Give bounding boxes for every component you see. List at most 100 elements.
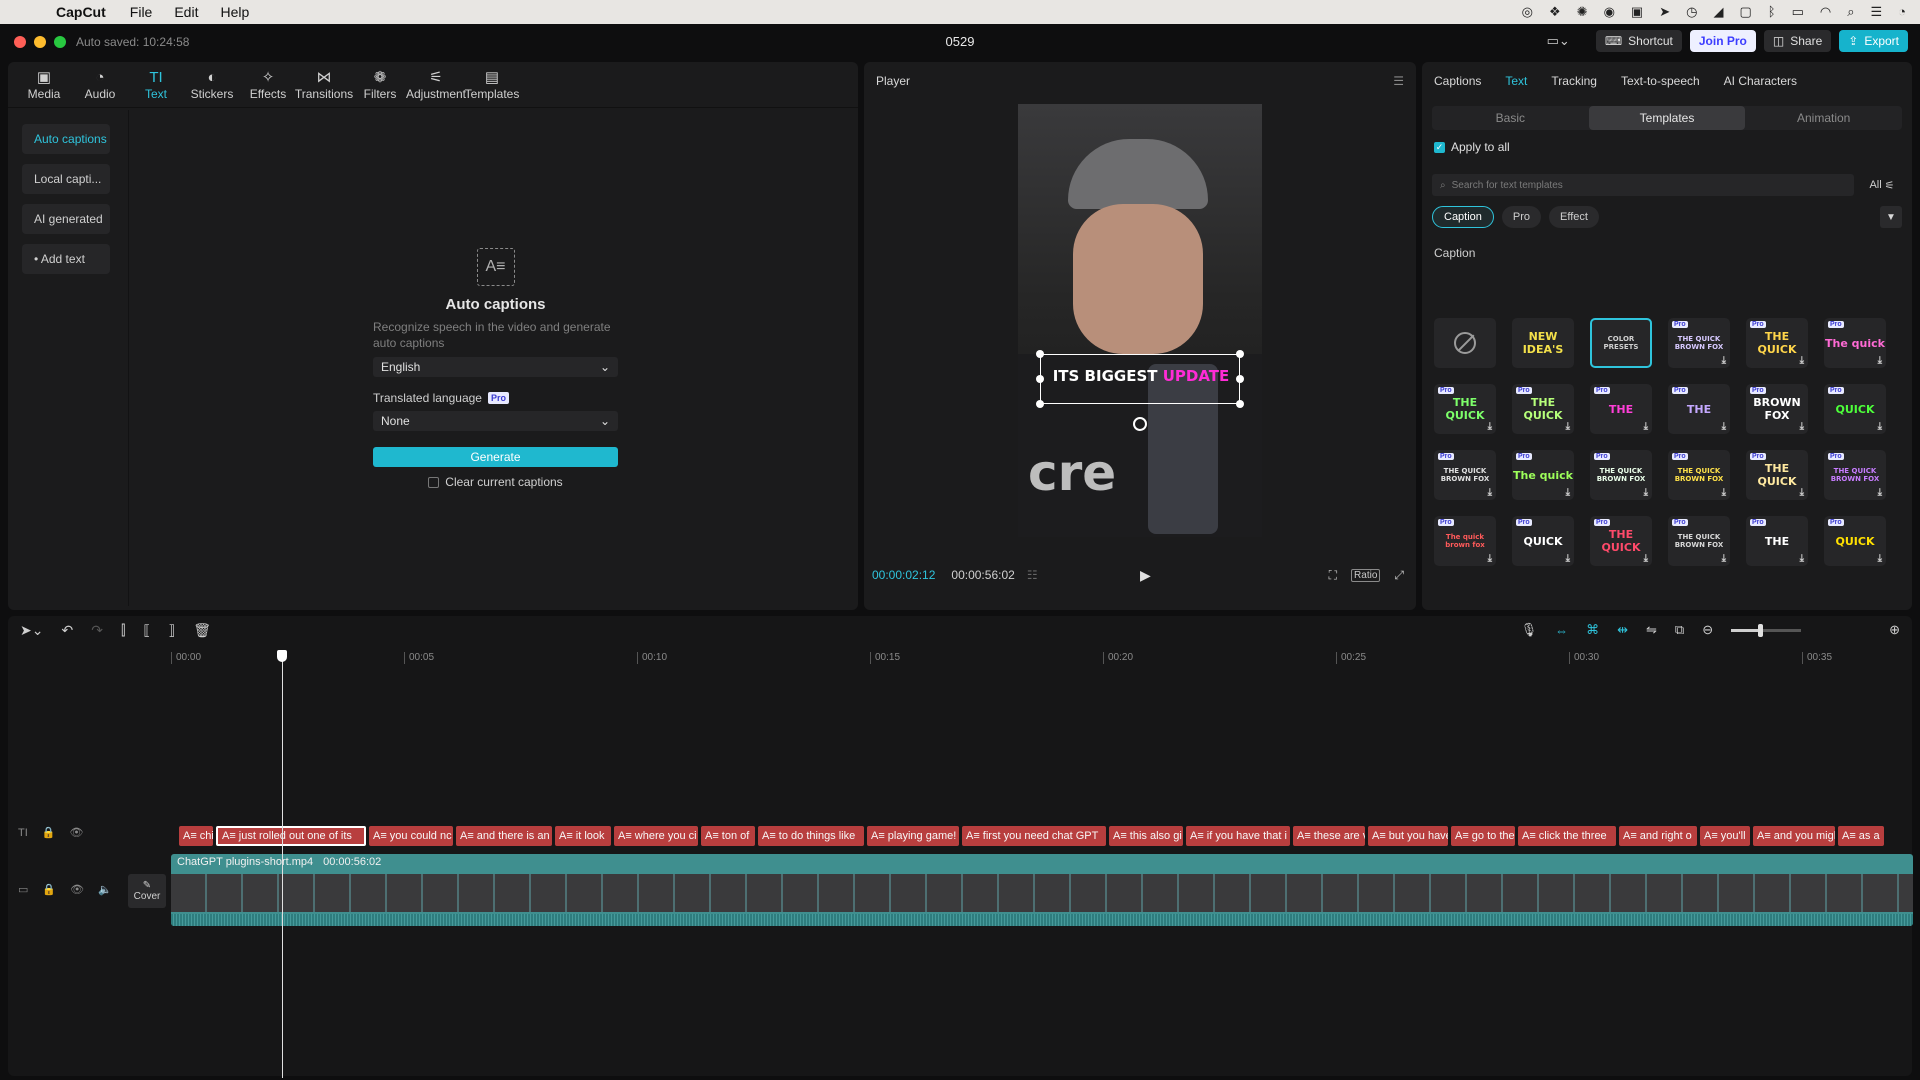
video-clip[interactable]: ChatGPT plugins-short.mp4 00:00:56:02 [171,854,1913,926]
ratio-button[interactable]: Ratio [1351,568,1381,582]
download-icon[interactable]: ⤓ [1722,355,1726,366]
download-icon[interactable]: ⤓ [1644,421,1648,432]
template-thumbnail[interactable]: THE QUICK Pro ⤓ [1746,450,1808,500]
share-button[interactable]: ◫ Share [1763,30,1832,52]
template-thumbnail[interactable]: THE QUICK Pro ⤓ [1590,516,1652,566]
download-icon[interactable]: ⤓ [1722,487,1726,498]
caption-segment[interactable]: A≡ chi [179,826,213,846]
download-icon[interactable]: ⤓ [1566,421,1570,432]
resize-handle[interactable] [1236,350,1244,358]
download-icon[interactable]: ⤓ [1878,487,1882,498]
template-thumbnail[interactable]: COLOR PRESETS [1590,318,1652,368]
split-view-icon[interactable]: ⇋ [1646,622,1657,638]
caption-segment[interactable]: A≡ ton of [701,826,755,846]
caption-segment[interactable]: A≡ and right o [1619,826,1697,846]
toolbar-text[interactable]: TI Text [128,62,184,107]
caption-selection-box[interactable]: ITS BIGGEST UPDATE [1036,350,1244,431]
eye-icon[interactable]: 👁 [70,883,84,896]
chip-effect[interactable]: Effect [1549,206,1599,228]
resize-handle[interactable] [1036,400,1044,408]
magnet-icon[interactable]: ⌘ [1586,622,1599,638]
template-thumbnail[interactable]: THE QUICK BROWN FOX Pro ⤓ [1824,450,1886,500]
caption-segment[interactable]: A≡ if you have that i [1186,826,1290,846]
download-icon[interactable]: ⤓ [1644,553,1648,564]
tab-text[interactable]: Text [1505,74,1527,88]
language-select[interactable]: English ⌄ [373,357,618,377]
sidenav-auto-captions[interactable]: Auto captions [22,124,110,154]
fit-icon[interactable]: ⧉ [1675,622,1684,638]
minimize-window-button[interactable] [34,36,46,48]
download-icon[interactable]: ⤓ [1878,553,1882,564]
template-thumbnail[interactable]: QUICK Pro ⤓ [1824,516,1886,566]
template-thumbnail[interactable]: The quick brown fox Pro ⤓ [1434,516,1496,566]
download-icon[interactable]: ⤓ [1722,553,1726,564]
sync-icon[interactable]: ◉ [1604,4,1615,20]
clear-captions-checkbox[interactable]: Clear current captions [373,475,618,489]
battery-icon[interactable]: ▭ [1792,4,1804,20]
playhead[interactable] [277,650,287,1078]
lock-icon[interactable]: 🔒 [42,826,56,839]
resize-handle[interactable] [1036,350,1044,358]
sidenav-ai-generated[interactable]: AI generated [22,204,110,234]
join-pro-button[interactable]: Join Pro [1689,30,1756,52]
caption-segment[interactable]: A≡ first you need chat GPT [962,826,1106,846]
notification-icon[interactable]: ◢ [1713,4,1723,20]
template-search-input[interactable]: ⌕ Search for text templates [1432,174,1854,196]
waveform-icon[interactable]: ☷ [1027,568,1038,582]
undo-icon[interactable]: ↶ [61,622,73,639]
window-icon[interactable]: ▢ [1739,4,1751,20]
generate-button[interactable]: Generate [373,447,618,467]
zoom-slider[interactable] [1731,623,1802,637]
microphone-icon[interactable]: 🎙 [1521,622,1538,638]
clock-icon[interactable]: ◷ [1686,4,1697,20]
template-thumbnail[interactable]: BROWN FOX Pro ⤓ [1746,384,1808,434]
eye-icon[interactable]: 👁 [69,826,83,839]
split-icon[interactable]: ⫿ [121,622,125,639]
toolbar-audio[interactable]: ◔ Audio [72,62,128,107]
toolbar-adjustment[interactable]: ⚟ Adjustment [406,62,466,107]
download-icon[interactable]: ⤓ [1878,421,1882,432]
play-button[interactable]: ▶ [1140,567,1151,584]
template-thumbnail[interactable]: NEW IDEA'S [1512,318,1574,368]
select-tool-icon[interactable]: ➤⌄ [20,622,43,639]
menu-file[interactable]: File [130,4,153,20]
app-tray-icon[interactable]: ▣ [1631,4,1643,20]
cover-button[interactable]: ✎ Cover [128,874,166,908]
caption-segment[interactable]: A≡ to do things like [758,826,864,846]
caption-segment[interactable]: A≡ you'll [1700,826,1750,846]
template-thumbnail[interactable]: The quick Pro ⤓ [1824,318,1886,368]
zoom-out-icon[interactable]: ⊖ [1702,622,1713,638]
sidenav-add-text[interactable]: • Add text [22,244,110,274]
delete-icon[interactable]: 🗑 [193,622,211,639]
time-icon[interactable]: ◔ [1898,4,1906,20]
rotate-icon[interactable] [1133,417,1147,431]
resize-handle[interactable] [1236,400,1244,408]
tab-ai-characters[interactable]: AI Characters [1724,74,1797,88]
cursor-icon[interactable]: ➤ [1659,4,1670,20]
tab-text-to-speech[interactable]: Text-to-speech [1621,74,1700,88]
redo-icon[interactable]: ↷ [91,622,103,639]
template-thumbnail[interactable]: QUICK Pro ⤓ [1512,516,1574,566]
template-thumbnail[interactable]: THE Pro ⤓ [1668,384,1730,434]
download-icon[interactable]: ⤓ [1566,487,1570,498]
toolbar-media[interactable]: ▣ Media [16,62,72,107]
split-left-icon[interactable]: ⟦ [143,622,150,639]
close-window-button[interactable] [14,36,26,48]
toolbar-filters[interactable]: ❁ Filters [352,62,408,107]
translated-language-select[interactable]: None ⌄ [373,411,618,431]
caption-segment[interactable]: A≡ go to the [1451,826,1515,846]
template-thumbnail[interactable]: THE Pro ⤓ [1746,516,1808,566]
template-thumbnail[interactable]: THE QUICK BROWN FOX Pro ⤓ [1668,450,1730,500]
settings-icon[interactable]: ✺ [1577,4,1588,20]
layout-icon[interactable]: ▭⌄ [1547,33,1570,49]
lock-icon[interactable]: 🔒 [42,883,56,896]
toolbar-stickers[interactable]: ◐ Stickers [184,62,240,107]
filter-all-button[interactable]: All ⚟ [1862,174,1902,196]
template-thumbnail[interactable]: THE QUICK BROWN FOX Pro ⤓ [1434,450,1496,500]
download-icon[interactable]: ⤓ [1722,421,1726,432]
caption-segment[interactable]: A≡ just rolled out one of its [216,826,366,846]
download-icon[interactable]: ⤓ [1488,421,1492,432]
maximize-window-button[interactable] [54,36,66,48]
toolbar-templates[interactable]: ▤ Templates [464,62,520,107]
download-icon[interactable]: ⤓ [1644,487,1648,498]
